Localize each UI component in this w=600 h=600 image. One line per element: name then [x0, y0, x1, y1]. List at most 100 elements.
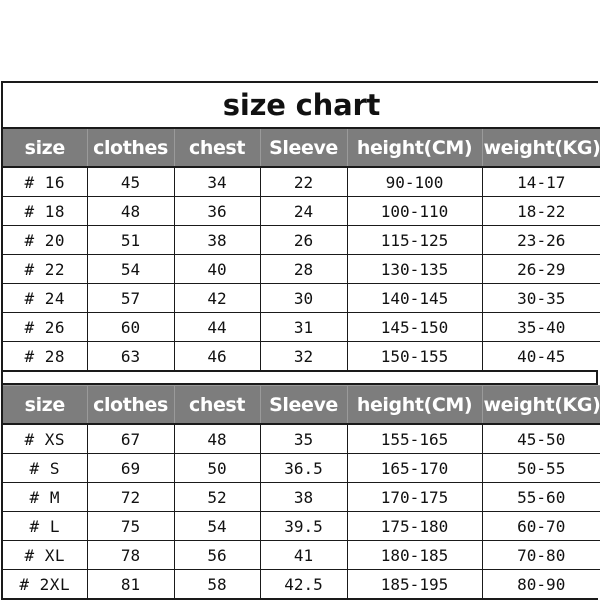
column-header-clothes: clothes [86, 127, 175, 168]
cell-clothes: 69 [86, 453, 174, 483]
column-header-size: size [3, 385, 88, 425]
cell-sleeve: 30 [259, 283, 347, 313]
cell-clothes: 57 [86, 283, 174, 313]
column-header-sleeve: Sleeve [259, 127, 348, 168]
column-header-height: height(CM) [346, 127, 483, 168]
cell-weight: 35-40 [481, 312, 600, 342]
cell-clothes: 54 [86, 254, 174, 284]
cell-weight: 18-22 [481, 196, 600, 226]
cell-weight: 80-90 [481, 569, 600, 598]
cell-weight: 14-17 [481, 167, 600, 197]
cell-sleeve: 38 [259, 482, 347, 512]
cell-sleeve: 36.5 [259, 453, 347, 483]
cell-chest: 58 [173, 569, 260, 598]
cell-size: # XL [3, 540, 87, 570]
cell-clothes: 67 [86, 424, 174, 454]
page-title: size chart [222, 88, 381, 122]
cell-weight: 70-80 [481, 540, 600, 570]
size-chart-container: size chart size clothes chest Sleeve hei… [1, 81, 600, 600]
cell-size: # 22 [3, 254, 87, 284]
cell-size: # 20 [3, 225, 87, 255]
cell-weight: 30-35 [481, 283, 600, 313]
column-header-chest: chest [173, 385, 261, 425]
cell-height: 185-195 [346, 569, 482, 598]
cell-weight: 55-60 [481, 482, 600, 512]
table-row: # XS 67 48 35 155-165 45-50 [3, 424, 600, 454]
table-row: # XL 78 56 41 180-185 70-80 [3, 540, 600, 570]
chart-title-row: size chart [3, 83, 600, 129]
cell-sleeve: 24 [259, 196, 347, 226]
table-row: # 16 45 34 22 90-100 14-17 [3, 167, 600, 197]
cell-clothes: 63 [86, 341, 174, 370]
cell-clothes: 48 [86, 196, 174, 226]
cell-size: # 18 [3, 196, 87, 226]
cell-size: # 16 [3, 167, 87, 197]
cell-clothes: 60 [86, 312, 174, 342]
table-row: # L 75 54 39.5 175-180 60-70 [3, 511, 600, 541]
cell-height: 130-135 [346, 254, 482, 284]
cell-weight: 40-45 [481, 341, 600, 370]
cell-height: 140-145 [346, 283, 482, 313]
table-row: # 18 48 36 24 100-110 18-22 [3, 196, 600, 226]
table-row: # 24 57 42 30 140-145 30-35 [3, 283, 600, 313]
cell-size: # 24 [3, 283, 87, 313]
table-separator [3, 370, 596, 385]
cell-size: # 28 [3, 341, 87, 370]
cell-height: 165-170 [346, 453, 482, 483]
cell-chest: 48 [173, 424, 260, 454]
cell-chest: 38 [173, 225, 260, 255]
cell-chest: 44 [173, 312, 260, 342]
table-row: # M 72 52 38 170-175 55-60 [3, 482, 600, 512]
table-row: # 28 63 46 32 150-155 40-45 [3, 341, 600, 370]
cell-clothes: 75 [86, 511, 174, 541]
cell-chest: 50 [173, 453, 260, 483]
cell-height: 180-185 [346, 540, 482, 570]
cell-chest: 42 [173, 283, 260, 313]
size-chart-table-youth: size chart size clothes chest Sleeve hei… [3, 83, 600, 370]
column-header-weight: weight(KG) [481, 385, 600, 425]
cell-weight: 50-55 [481, 453, 600, 483]
cell-size: # 2XL [3, 569, 87, 598]
cell-clothes: 81 [86, 569, 174, 598]
table-row: # 22 54 40 28 130-135 26-29 [3, 254, 600, 284]
cell-height: 145-150 [346, 312, 482, 342]
cell-clothes: 72 [86, 482, 174, 512]
cell-chest: 40 [173, 254, 260, 284]
cell-sleeve: 39.5 [259, 511, 347, 541]
table-row: # S 69 50 36.5 165-170 50-55 [3, 453, 600, 483]
column-header-clothes: clothes [86, 385, 175, 425]
cell-sleeve: 26 [259, 225, 347, 255]
cell-chest: 56 [173, 540, 260, 570]
cell-chest: 46 [173, 341, 260, 370]
cell-height: 175-180 [346, 511, 482, 541]
cell-weight: 23-26 [481, 225, 600, 255]
cell-height: 100-110 [346, 196, 482, 226]
cell-size: # 26 [3, 312, 87, 342]
cell-sleeve: 42.5 [259, 569, 347, 598]
cell-sleeve: 28 [259, 254, 347, 284]
column-header-chest: chest [173, 127, 261, 168]
cell-sleeve: 32 [259, 341, 347, 370]
cell-height: 150-155 [346, 341, 482, 370]
chart-title-cell: size chart [3, 83, 600, 129]
table-header-row-youth: size clothes chest Sleeve height(CM) wei… [3, 127, 600, 168]
cell-sleeve: 22 [259, 167, 347, 197]
cell-weight: 45-50 [481, 424, 600, 454]
cell-size: # XS [3, 424, 87, 454]
size-chart-table-adult: size clothes chest Sleeve height(CM) wei… [3, 385, 600, 598]
cell-height: 115-125 [346, 225, 482, 255]
cell-sleeve: 41 [259, 540, 347, 570]
cell-size: # S [3, 453, 87, 483]
cell-chest: 52 [173, 482, 260, 512]
cell-chest: 34 [173, 167, 260, 197]
cell-clothes: 51 [86, 225, 174, 255]
cell-clothes: 78 [86, 540, 174, 570]
cell-sleeve: 31 [259, 312, 347, 342]
table-row: # 2XL 81 58 42.5 185-195 80-90 [3, 569, 600, 598]
cell-chest: 36 [173, 196, 260, 226]
cell-height: 90-100 [346, 167, 482, 197]
table-header-row-adult: size clothes chest Sleeve height(CM) wei… [3, 385, 600, 425]
table-row: # 26 60 44 31 145-150 35-40 [3, 312, 600, 342]
cell-size: # M [3, 482, 87, 512]
cell-size: # L [3, 511, 87, 541]
